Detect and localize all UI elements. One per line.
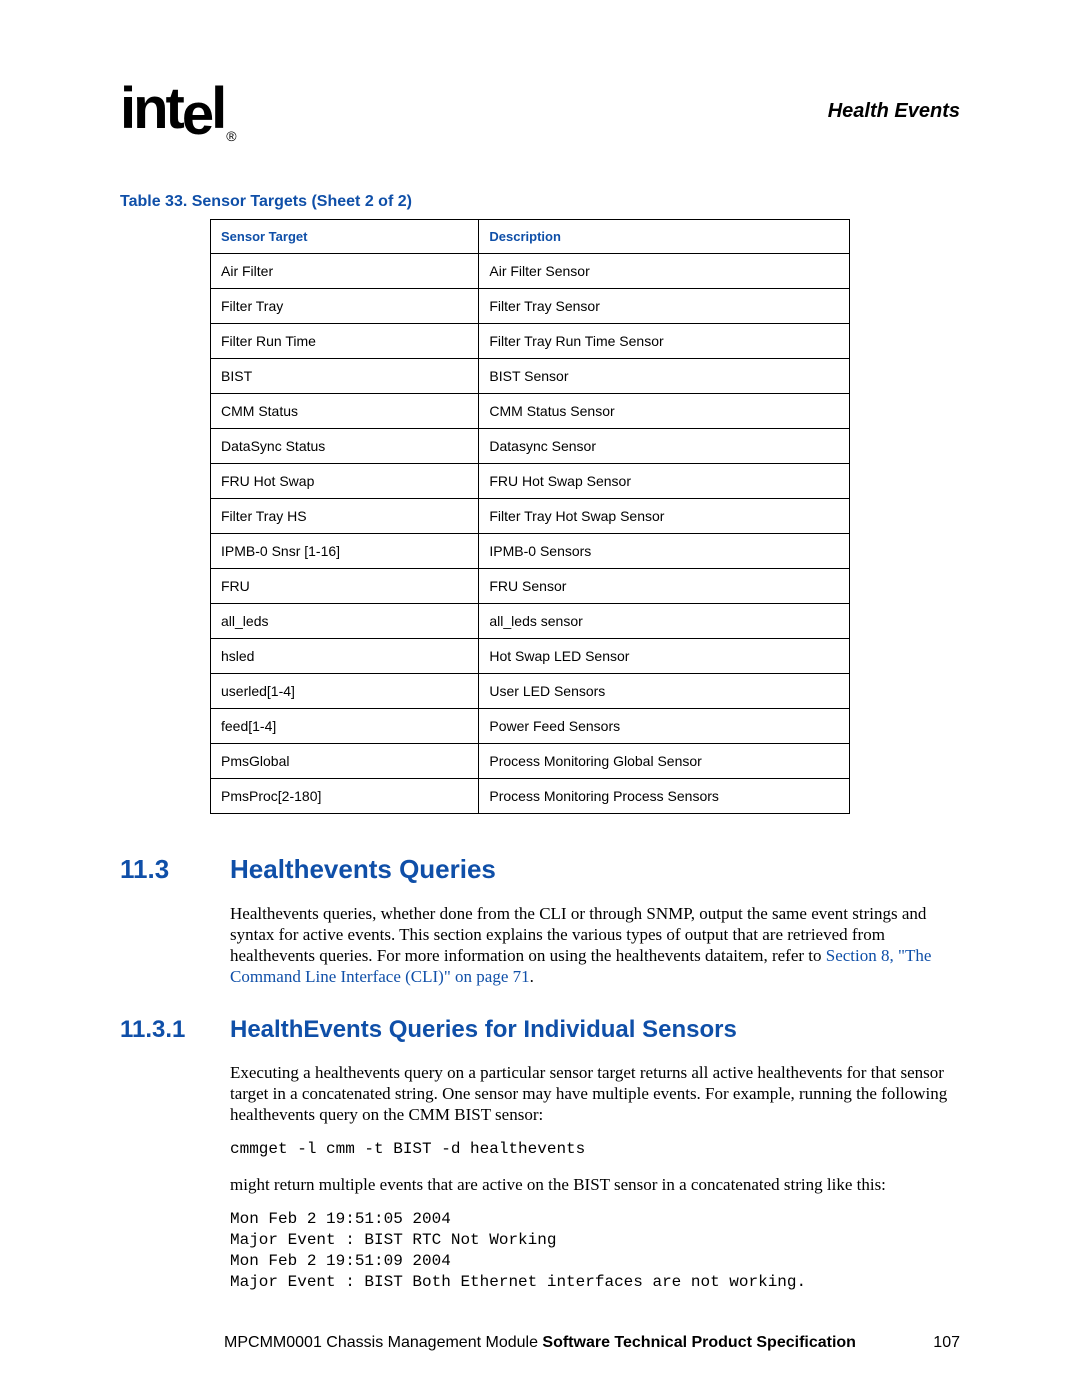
table-row: DataSync StatusDatasync Sensor	[211, 428, 850, 463]
table-cell: Filter Tray	[211, 288, 479, 323]
table-cell: Air Filter	[211, 253, 479, 288]
table-row: PmsProc[2-180]Process Monitoring Process…	[211, 778, 850, 813]
table-row: BISTBIST Sensor	[211, 358, 850, 393]
table-cell: feed[1-4]	[211, 708, 479, 743]
para-text-a: Healthevents queries, whether done from …	[230, 904, 926, 966]
table-cell: IPMB-0 Snsr [1-16]	[211, 533, 479, 568]
table-cell: Hot Swap LED Sensor	[479, 638, 850, 673]
section-title: HealthEvents Queries for Individual Sens…	[230, 1016, 737, 1044]
sensor-targets-table: Sensor Target Description Air FilterAir …	[210, 219, 850, 814]
table-cell: DataSync Status	[211, 428, 479, 463]
section-title: Healthevents Queries	[230, 854, 496, 885]
table-cell: PmsProc[2-180]	[211, 778, 479, 813]
section-number: 11.3	[120, 854, 230, 885]
table-row: Filter Tray HSFilter Tray Hot Swap Senso…	[211, 498, 850, 533]
table-row: feed[1-4]Power Feed Sensors	[211, 708, 850, 743]
table-cell: Process Monitoring Process Sensors	[479, 778, 850, 813]
table-cell: Filter Tray Hot Swap Sensor	[479, 498, 850, 533]
page-header: intel® Health Events	[120, 80, 960, 143]
code-block-output: Mon Feb 2 19:51:05 2004 Major Event : BI…	[230, 1209, 960, 1292]
table-cell: FRU Sensor	[479, 568, 850, 603]
table-row: CMM StatusCMM Status Sensor	[211, 393, 850, 428]
table-header-description: Description	[479, 219, 850, 253]
table-row: FRUFRU Sensor	[211, 568, 850, 603]
footer-text-a: MPCMM0001 Chassis Management Module	[224, 1334, 542, 1351]
table-cell: BIST Sensor	[479, 358, 850, 393]
section-11-3-heading: 11.3 Healthevents Queries	[120, 854, 960, 885]
section-number: 11.3.1	[120, 1016, 230, 1044]
table-cell: Power Feed Sensors	[479, 708, 850, 743]
para-text-b: .	[530, 967, 534, 986]
page-footer: MPCMM0001 Chassis Management Module Soft…	[0, 1334, 1080, 1352]
table-row: Air FilterAir Filter Sensor	[211, 253, 850, 288]
table-cell: FRU Hot Swap Sensor	[479, 463, 850, 498]
table-cell: PmsGlobal	[211, 743, 479, 778]
table-cell: CMM Status Sensor	[479, 393, 850, 428]
table-cell: Datasync Sensor	[479, 428, 850, 463]
table-row: hsledHot Swap LED Sensor	[211, 638, 850, 673]
table-cell: all_leds sensor	[479, 603, 850, 638]
table-row: PmsGlobalProcess Monitoring Global Senso…	[211, 743, 850, 778]
table-cell: CMM Status	[211, 393, 479, 428]
table-cell: BIST	[211, 358, 479, 393]
table-row: IPMB-0 Snsr [1-16]IPMB-0 Sensors	[211, 533, 850, 568]
table-row: userled[1-4]User LED Sensors	[211, 673, 850, 708]
code-block-cmmget: cmmget -l cmm -t BIST -d healthevents	[230, 1139, 960, 1160]
table-cell: IPMB-0 Sensors	[479, 533, 850, 568]
section-11-3-1-para1: Executing a healthevents query on a part…	[230, 1062, 960, 1126]
table-cell: Filter Run Time	[211, 323, 479, 358]
table-header-sensor-target: Sensor Target	[211, 219, 479, 253]
table-cell: FRU Hot Swap	[211, 463, 479, 498]
table-cell: all_leds	[211, 603, 479, 638]
table-cell: FRU	[211, 568, 479, 603]
table-row: Filter Run TimeFilter Tray Run Time Sens…	[211, 323, 850, 358]
table-cell: hsled	[211, 638, 479, 673]
table-cell: userled[1-4]	[211, 673, 479, 708]
header-right-title: Health Events	[828, 100, 960, 123]
table-cell: Air Filter Sensor	[479, 253, 850, 288]
table-cell: Filter Tray HS	[211, 498, 479, 533]
footer-text-b: Software Technical Product Specification	[542, 1334, 856, 1351]
section-11-3-1-para2: might return multiple events that are ac…	[230, 1174, 960, 1195]
table-row: FRU Hot SwapFRU Hot Swap Sensor	[211, 463, 850, 498]
table-cell: Filter Tray Run Time Sensor	[479, 323, 850, 358]
page-number: 107	[933, 1334, 960, 1352]
intel-logo: intel®	[120, 80, 234, 143]
table-cell: Filter Tray Sensor	[479, 288, 850, 323]
section-11-3-para1: Healthevents queries, whether done from …	[230, 903, 960, 988]
table-row: all_ledsall_leds sensor	[211, 603, 850, 638]
table-cell: Process Monitoring Global Sensor	[479, 743, 850, 778]
table-cell: User LED Sensors	[479, 673, 850, 708]
table-row: Filter TrayFilter Tray Sensor	[211, 288, 850, 323]
table-caption: Table 33. Sensor Targets (Sheet 2 of 2)	[120, 193, 960, 211]
section-11-3-1-heading: 11.3.1 HealthEvents Queries for Individu…	[120, 1016, 960, 1044]
